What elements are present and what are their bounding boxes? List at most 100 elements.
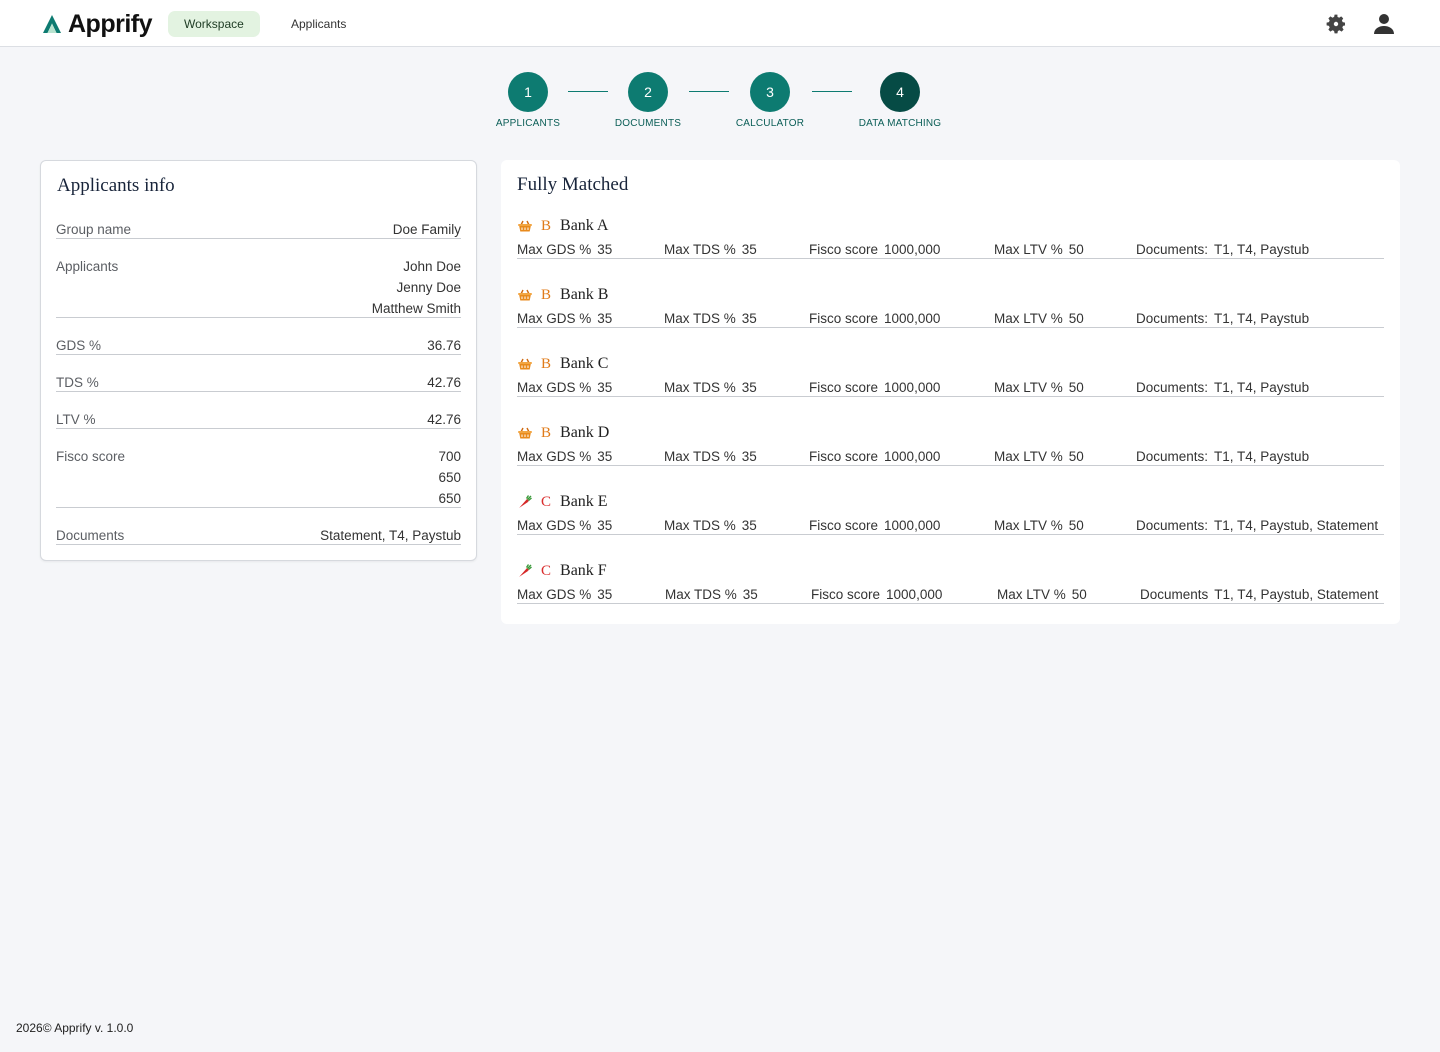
bank-stats: Max GDS % 35 Max TDS % 35 Fisco score 1000,00… <box>517 311 1384 328</box>
stat-max-tds: Max TDS % 35 <box>664 380 757 396</box>
bank-header: B Bank A <box>517 215 608 237</box>
stat-max-gds: Max GDS % 35 <box>517 242 612 258</box>
info-values: 42.76 <box>427 375 461 396</box>
stat-label: Documents <box>1140 587 1209 602</box>
step-label: CALCULATOR <box>735 118 805 129</box>
stat-documents: Documents: T1, T4, Paystub <box>1136 449 1309 465</box>
stat-value: T1, T4, Paystub, Statement <box>1214 518 1379 533</box>
stat-label: Max GDS % <box>517 449 592 464</box>
bank-stats: Max GDS % 35 Max TDS % 35 Fisco score 1000,00… <box>517 587 1384 604</box>
stat-value: 35 <box>741 242 757 257</box>
stat-label: Fisco score <box>809 311 879 326</box>
step-number[interactable]: 4 <box>880 72 920 112</box>
info-label: GDS % <box>56 338 102 353</box>
stat-value: 35 <box>597 449 613 464</box>
stat-label: Max LTV % <box>997 587 1066 602</box>
bank-entry[interactable]: B Bank B Max GDS % 35 Max TDS % 35 Fisco score… <box>517 284 1384 342</box>
bank-entry[interactable]: C Bank E Max GDS % 35 Max TDS % 35 Fisco score… <box>517 491 1384 549</box>
stat-label: Max TDS % <box>664 242 736 257</box>
stat-max-tds: Max TDS % 35 <box>664 449 757 465</box>
card-title: Applicants info <box>57 175 175 196</box>
gear-icon[interactable] <box>1324 12 1348 36</box>
tab-applicants[interactable]: Applicants <box>275 11 362 37</box>
stat-max-gds: Max GDS % 35 <box>517 311 612 327</box>
stat-max-gds: Max GDS % 35 <box>517 518 612 534</box>
step-calculator[interactable]: 3 CALCULATOR <box>710 72 830 129</box>
stat-max-ltv: Max LTV % 50 <box>994 518 1084 534</box>
step-number[interactable]: 1 <box>508 72 548 112</box>
stat-label: Max TDS % <box>664 518 736 533</box>
stat-value: 50 <box>1068 311 1084 326</box>
step-number[interactable]: 3 <box>750 72 790 112</box>
stat-documents: Documents: T1, T4, Paystub <box>1136 242 1309 258</box>
bank-entry[interactable]: B Bank D Max GDS % 35 Max TDS % 35 Fisco score… <box>517 422 1384 480</box>
step-applicants[interactable]: 1 APPLICANTS <box>468 72 588 129</box>
step-number[interactable]: 2 <box>628 72 668 112</box>
stat-label: Max LTV % <box>994 242 1063 257</box>
stat-documents: Documents: T1, T4, Paystub, Statement <box>1136 518 1378 534</box>
bank-grade: B <box>541 217 552 234</box>
stat-value: T1, T4, Paystub <box>1214 380 1310 395</box>
bank-name[interactable]: Bank D <box>560 424 609 442</box>
bank-name[interactable]: Bank F <box>560 562 607 580</box>
bank-entry[interactable]: C Bank F Max GDS % 35 Max TDS % 35 Fisco score… <box>517 560 1384 618</box>
stat-label: Documents: <box>1136 380 1209 395</box>
bank-grade: B <box>541 286 552 303</box>
bank-header: B Bank D <box>517 422 609 444</box>
bank-entry[interactable]: B Bank A Max GDS % 35 Max TDS % 35 Fisco score… <box>517 215 1384 273</box>
stat-fisco: Fisco score 1000,000 <box>809 311 940 327</box>
stat-value: 35 <box>741 311 757 326</box>
stat-documents: Documents: T1, T4, Paystub <box>1136 380 1309 396</box>
fully-matched-card: Fully Matched B Bank A Max GDS % 35 Max TDS … <box>501 160 1400 624</box>
stat-max-tds: Max TDS % 35 <box>664 311 757 327</box>
stat-value: 35 <box>597 311 613 326</box>
stat-value: 1000,000 <box>884 380 941 395</box>
stat-max-ltv: Max LTV % 50 <box>994 449 1084 465</box>
basket-icon <box>517 356 533 372</box>
info-value: 700 <box>438 449 461 464</box>
stat-max-gds: Max GDS % 35 <box>517 380 612 396</box>
info-value: Statement, T4, Paystub <box>320 528 461 543</box>
stat-fisco: Fisco score 1000,000 <box>809 518 940 534</box>
app-logo[interactable]: Apprify <box>42 10 153 38</box>
stat-label: Documents: <box>1136 449 1209 464</box>
bank-name[interactable]: Bank C <box>560 355 608 373</box>
bank-stats: Max GDS % 35 Max TDS % 35 Fisco score 1000,00… <box>517 242 1384 259</box>
bank-grade: C <box>541 493 552 510</box>
stat-fisco: Fisco score 1000,000 <box>809 242 940 258</box>
step-documents[interactable]: 2 DOCUMENTS <box>588 72 708 129</box>
stat-label: Max GDS % <box>517 587 592 602</box>
info-values: Statement, T4, Paystub <box>320 528 461 549</box>
tab-workspace[interactable]: Workspace <box>168 11 260 37</box>
info-label: Applicants <box>56 259 119 274</box>
stat-fisco: Fisco score 1000,000 <box>809 449 940 465</box>
stat-max-ltv: Max LTV % 50 <box>994 380 1084 396</box>
stat-label: Max LTV % <box>994 449 1063 464</box>
stat-label: Documents: <box>1136 242 1209 257</box>
info-values: John Doe Jenny Doe Matthew Smith <box>372 259 461 322</box>
stat-label: Max GDS % <box>517 242 592 257</box>
bank-name[interactable]: Bank E <box>560 493 608 511</box>
stat-value: 50 <box>1068 380 1084 395</box>
info-values: Doe Family <box>393 222 461 243</box>
bank-grade: B <box>541 424 552 441</box>
user-icon[interactable] <box>1372 12 1396 36</box>
bank-name[interactable]: Bank B <box>560 286 608 304</box>
step-data-matching[interactable]: 4 DATA MATCHING <box>840 72 960 129</box>
stat-label: Fisco score <box>809 518 879 533</box>
carrot-icon <box>517 494 533 510</box>
stat-value: 35 <box>742 587 758 602</box>
stat-value: 50 <box>1071 587 1087 602</box>
stat-value: 1000,000 <box>884 311 941 326</box>
stat-value: 35 <box>741 449 757 464</box>
stat-value: 35 <box>741 380 757 395</box>
stat-value: T1, T4, Paystub <box>1214 449 1310 464</box>
stat-label: Documents: <box>1136 311 1209 326</box>
bank-entry[interactable]: B Bank C Max GDS % 35 Max TDS % 35 Fisco score… <box>517 353 1384 411</box>
basket-icon <box>517 287 533 303</box>
stat-value: T1, T4, Paystub <box>1214 242 1310 257</box>
bank-name[interactable]: Bank A <box>560 217 608 235</box>
info-row-fisco-score: Fisco score 700 650 650 <box>56 449 461 508</box>
stat-value: T1, T4, Paystub, Statement <box>1214 587 1379 602</box>
stat-label: Documents: <box>1136 518 1209 533</box>
